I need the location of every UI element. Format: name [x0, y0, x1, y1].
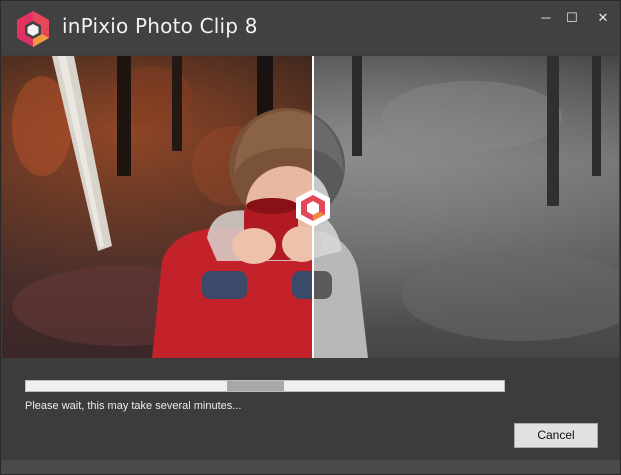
before-after-preview: [2, 56, 619, 358]
title-bar[interactable]: inPixio Photo Clip 8 ─ ☐ ✕: [1, 1, 620, 55]
maximize-button[interactable]: ☐: [557, 7, 587, 29]
window-footer: [1, 460, 620, 474]
app-window: inPixio Photo Clip 8 ─ ☐ ✕ Please wait, …: [0, 0, 621, 475]
preview-image: [2, 56, 619, 358]
close-button[interactable]: ✕: [588, 7, 618, 29]
progress-bar: [25, 380, 505, 392]
inpixio-logo-icon: [17, 11, 49, 47]
progress-panel: Please wait, this may take several minut…: [1, 358, 620, 460]
window-title: inPixio Photo Clip 8: [62, 14, 258, 38]
progress-indicator: [226, 381, 285, 391]
status-message: Please wait, this may take several minut…: [25, 400, 242, 412]
cancel-button[interactable]: Cancel: [514, 423, 598, 448]
